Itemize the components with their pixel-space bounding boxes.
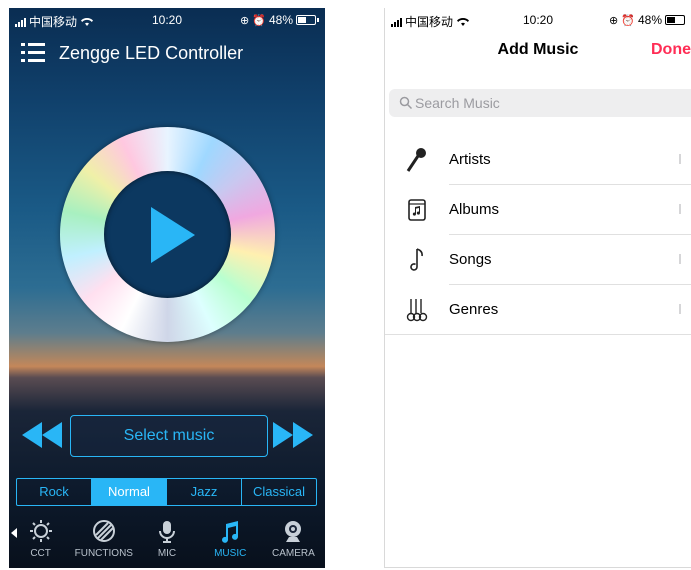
app-header: Zengge LED Controller [9,38,325,68]
alarm-icon: ⏰ [252,14,266,27]
lock-rotation-icon: ⊕ [240,14,250,27]
tab-label: CAMERA [272,548,315,559]
tab-camera[interactable]: CAMERA [262,516,325,568]
list-item-artists[interactable]: Artists [385,135,691,185]
tab-label: MUSIC [214,548,247,559]
search-icon [399,96,413,110]
tab-music[interactable]: MUSIC [199,516,262,568]
tab-functions[interactable]: FUNCTIONS [72,516,135,568]
play-icon[interactable] [151,207,195,263]
chevron-right-icon [679,304,681,314]
album-icon [408,199,426,221]
list-item-label: Genres [449,301,499,318]
tab-mic[interactable]: MIC [135,516,198,568]
alarm-icon: ⏰ [621,14,635,27]
battery-icon [296,15,319,25]
status-bar: 中国移动 10:20 ⊕ ⏰ 48% [385,8,691,30]
list-item-label: Artists [449,151,491,168]
app-title: Zengge LED Controller [59,43,244,63]
tab-label: FUNCTIONS [74,548,133,559]
microphone-icon [135,520,198,546]
tab-label: MIC [157,548,177,559]
pattern-icon [72,520,135,546]
lock-rotation-icon: ⊕ [609,14,619,27]
battery-icon [665,15,685,25]
list-item-genres[interactable]: Genres [385,285,691,335]
chevron-right-icon [679,154,681,164]
genre-rock[interactable]: Rock [17,479,92,505]
rewind-icon[interactable] [22,422,62,448]
list-item-label: Songs [449,251,492,268]
tab-label: CCT [30,548,51,559]
list-item-songs[interactable]: Songs [385,235,691,285]
music-note-icon [410,248,423,271]
status-right: ⊕ ⏰ 48% [240,13,319,27]
music-disc[interactable] [60,127,275,342]
battery-percent: 48% [637,13,662,27]
menu-icon[interactable] [21,42,45,64]
chevron-right-icon [679,254,681,264]
tab-bar: CCT FUNCTIONS MIC MUSIC CAMERA [9,516,325,568]
search-input[interactable] [415,89,655,117]
tab-cct[interactable]: CCT [9,516,72,568]
nav-title: Add Music [497,41,579,58]
genre-normal[interactable]: Normal [92,479,167,505]
guitars-icon [406,299,428,322]
divider [385,334,691,335]
list-item-albums[interactable]: Albums [385,185,691,235]
sun-icon [9,520,72,546]
battery-percent: 48% [268,13,293,27]
led-controller-screen: 中国移动 10:20 ⊕ ⏰ 48% Zengge LED Controller… [9,8,325,568]
disc-center [104,171,231,298]
search-bar[interactable] [389,89,691,117]
done-button[interactable]: Done [651,41,691,59]
status-right: ⊕ ⏰ 48% [609,13,685,27]
add-music-screen: 中国移动 10:20 ⊕ ⏰ 48% Add Music Done Artist… [384,8,691,568]
music-category-list: Artists Albums Songs Genres [385,135,691,335]
genre-jazz[interactable]: Jazz [167,479,242,505]
select-music-button[interactable]: Select music [70,415,268,457]
genre-selector: Rock Normal Jazz Classical [16,478,317,506]
fast-forward-icon[interactable] [273,422,313,448]
camera-icon [262,520,325,546]
list-item-label: Albums [449,201,500,218]
chevron-right-icon [679,204,681,214]
genre-classical[interactable]: Classical [242,479,316,505]
microphone-icon [406,148,426,172]
music-note-icon [199,520,262,546]
status-bar: 中国移动 10:20 ⊕ ⏰ 48% [9,8,325,30]
